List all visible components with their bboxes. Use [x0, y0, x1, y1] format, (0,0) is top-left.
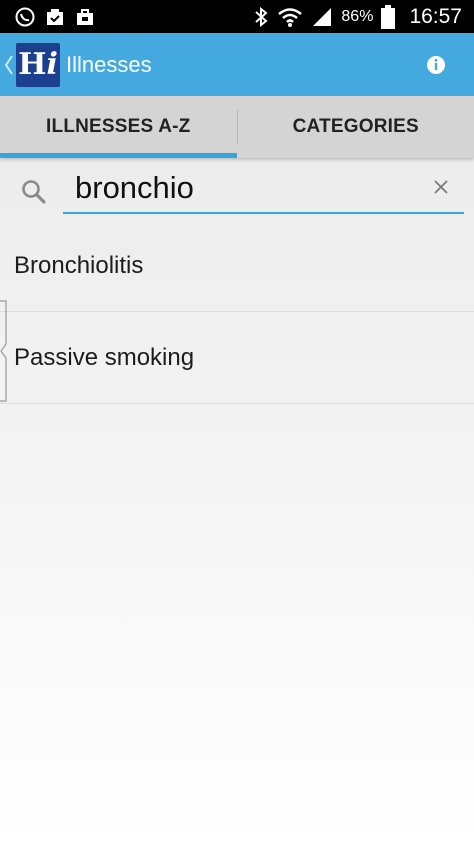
search-icon — [0, 178, 62, 206]
bag-icon — [74, 6, 96, 28]
wifi-icon — [277, 6, 303, 28]
signal-icon — [311, 6, 333, 28]
logo-letter-i: i — [46, 47, 58, 82]
status-bar-system: 86% 16:57 — [253, 4, 462, 29]
status-bar: 86% 16:57 — [0, 0, 474, 33]
app-bar: Hi Illnesses — [0, 33, 474, 96]
back-chevron-icon[interactable] — [2, 33, 16, 96]
search-row — [0, 164, 474, 220]
logo-letter-h: H — [18, 47, 47, 82]
whatsapp-icon — [14, 6, 36, 28]
results-list: Bronchiolitis Passive smoking — [0, 220, 474, 404]
app-title: Illnesses — [66, 51, 152, 77]
info-button[interactable] — [414, 43, 458, 87]
clock: 16:57 — [409, 4, 462, 28]
search-input[interactable] — [63, 164, 464, 212]
clipboard-check-icon — [44, 6, 66, 28]
app-logo[interactable]: Hi — [16, 42, 60, 87]
drawer-handle[interactable] — [0, 300, 8, 402]
list-item-passive-smoking[interactable]: Passive smoking — [0, 312, 474, 404]
status-bar-notifications — [14, 6, 96, 28]
bluetooth-icon — [253, 6, 269, 28]
tab-illnesses-a-z[interactable]: ILLNESSES A-Z — [0, 96, 237, 158]
tab-categories[interactable]: CATEGORIES — [238, 96, 474, 158]
clear-search-button[interactable] — [430, 176, 452, 198]
info-icon — [427, 55, 445, 74]
battery-percent: 86% — [341, 7, 374, 25]
tab-bar: ILLNESSES A-Z CATEGORIES — [0, 96, 474, 158]
close-icon — [434, 180, 448, 194]
search-field — [63, 164, 464, 214]
list-item-bronchiolitis[interactable]: Bronchiolitis — [0, 220, 474, 312]
battery-icon — [381, 4, 396, 29]
